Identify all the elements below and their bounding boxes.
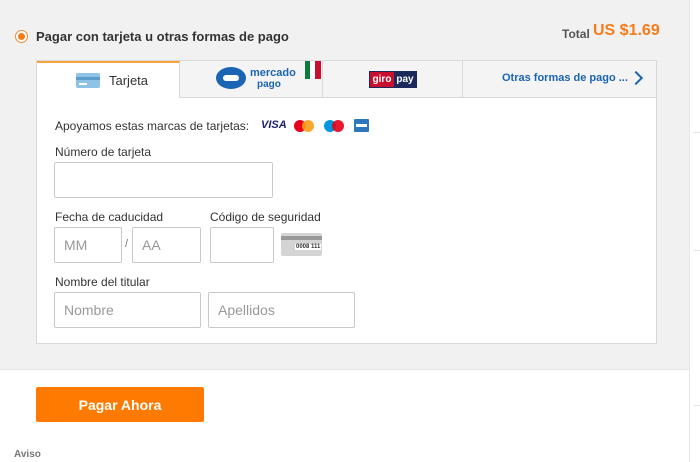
- notice-label: Aviso: [14, 449, 41, 460]
- giropay-logo: giro pay: [369, 71, 417, 88]
- tab-mercado-pago[interactable]: mercado pago: [180, 61, 323, 98]
- cvv-card-icon: 0008 111: [281, 233, 322, 256]
- card-number-input[interactable]: [54, 162, 273, 198]
- tab-tarjeta-label: Tarjeta: [109, 73, 149, 88]
- amex-logo: [354, 119, 369, 132]
- expiry-separator: /: [125, 238, 129, 250]
- tab-tarjeta[interactable]: Tarjeta: [37, 61, 180, 98]
- mercado-pago-label-line1: mercado: [250, 67, 296, 79]
- security-code-input[interactable]: [210, 227, 274, 263]
- right-divider: [689, 0, 690, 462]
- chevron-right-icon[interactable]: [628, 70, 644, 86]
- total-label: Total: [562, 27, 590, 41]
- tab-other-payment-methods[interactable]: Otras formas de pago ...: [463, 61, 656, 98]
- giropay-label-giro: giro: [370, 72, 394, 87]
- mexico-flag-icon: [305, 61, 321, 79]
- total-amount: US $1.69: [593, 22, 660, 39]
- tab-giropay[interactable]: giro pay: [323, 61, 463, 98]
- tab-other-label: Otras formas de pago ...: [502, 72, 628, 84]
- payment-option-radio[interactable]: [15, 30, 28, 43]
- mercado-pago-logo: [216, 67, 246, 89]
- payment-tabs: Tarjeta mercado pago giro pay Otras form…: [37, 61, 656, 98]
- giropay-label-pay: pay: [394, 72, 416, 87]
- mercado-pago-label-line2: pago: [257, 79, 281, 90]
- visa-logo: VISA: [261, 119, 287, 131]
- last-name-input[interactable]: Apellidos: [208, 292, 355, 328]
- supported-brands-label: Apoyamos estas marcas de tarjetas:: [55, 119, 250, 133]
- cvv-example-number: 0008 111: [295, 244, 322, 250]
- payment-methods-box: Tarjeta mercado pago giro pay Otras form…: [36, 60, 657, 344]
- maestro-logo: [324, 118, 346, 133]
- payment-panel: Pagar con tarjeta u otras formas de pago…: [0, 0, 689, 370]
- first-name-input[interactable]: Nombre: [54, 292, 201, 328]
- right-divider-tick: [693, 405, 700, 406]
- pay-now-button[interactable]: Pagar Ahora: [36, 387, 204, 422]
- payment-option-label[interactable]: Pagar con tarjeta u otras formas de pago: [36, 29, 289, 44]
- mastercard-logo: [294, 118, 316, 133]
- credit-card-icon: [76, 73, 100, 88]
- holder-name-label: Nombre del titular: [55, 275, 150, 289]
- right-divider-tick: [693, 132, 700, 133]
- expiry-label: Fecha de caducidad: [55, 210, 164, 224]
- security-code-label: Código de seguridad: [210, 210, 321, 224]
- expiry-year-input[interactable]: AA: [132, 227, 201, 263]
- expiry-month-input[interactable]: MM: [54, 227, 122, 263]
- card-number-label: Número de tarjeta: [55, 145, 152, 159]
- right-divider-tick: [693, 250, 700, 251]
